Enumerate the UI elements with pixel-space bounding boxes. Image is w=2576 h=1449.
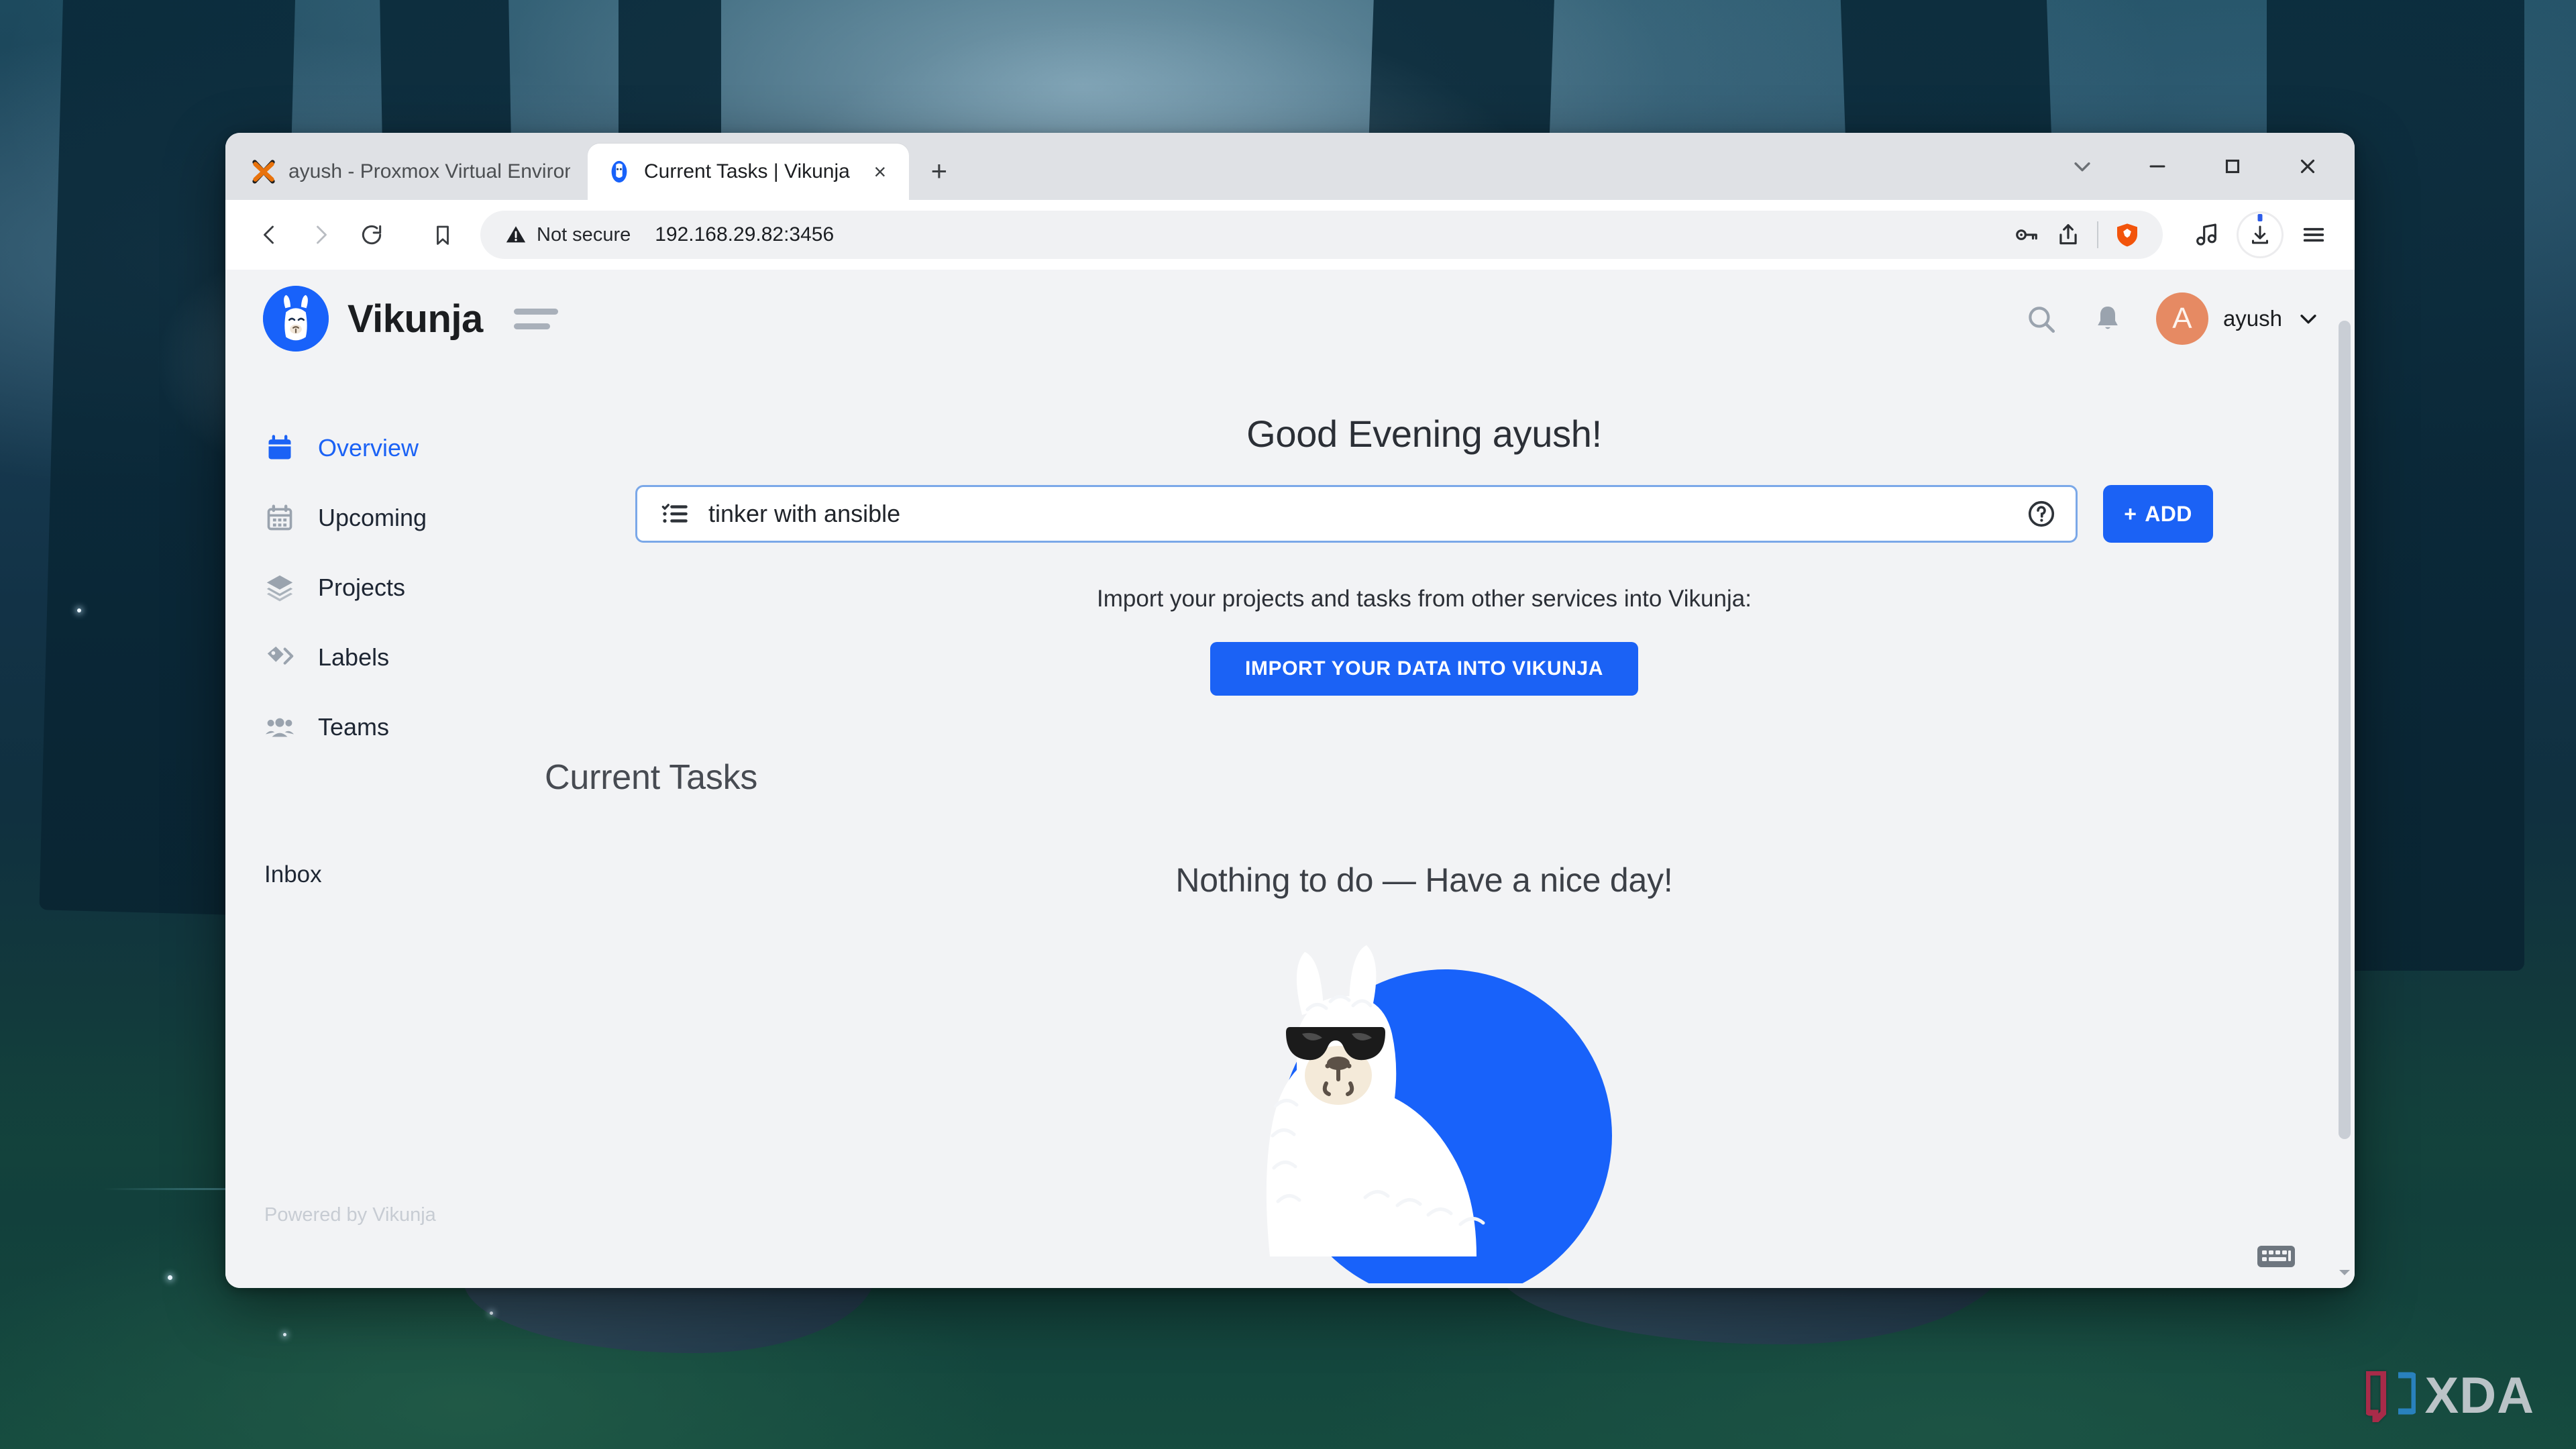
sidebar-item-label: Labels <box>318 643 389 672</box>
menu-icon[interactable] <box>2290 211 2337 258</box>
tab-title: Current Tasks | Vikunja <box>644 160 850 183</box>
sidebar-item-upcoming[interactable]: Upcoming <box>225 483 494 553</box>
sidebar-footer: Powered by Vikunja <box>225 1204 494 1288</box>
download-indicator-dot <box>2258 214 2263 221</box>
add-task-button-label: ADD <box>2145 502 2192 527</box>
proxmox-icon <box>251 159 276 184</box>
browser-tab-proxmox[interactable]: ayush - Proxmox Virtual Environmer <box>232 144 588 200</box>
llama-logo-icon <box>263 286 329 352</box>
add-task-button[interactable]: + ADD <box>2103 485 2213 543</box>
scrollbar-thumb[interactable] <box>2339 321 2351 1139</box>
search-icon[interactable] <box>2022 300 2059 337</box>
xda-bracket-right-icon <box>2396 1371 2413 1421</box>
scroll-down-arrow-icon[interactable] <box>2337 1267 2352 1281</box>
new-task-input[interactable]: tinker with ansible <box>635 485 2078 543</box>
empty-state-message: Nothing to do — Have a nice day! <box>1175 861 1672 900</box>
tab-title: ayush - Proxmox Virtual Environmer <box>288 160 570 183</box>
omnibox-divider <box>2097 221 2098 248</box>
back-button[interactable] <box>246 211 294 259</box>
keyboard-shortcuts-icon[interactable] <box>2254 1240 2298 1273</box>
help-circle-icon[interactable] <box>2026 498 2057 529</box>
new-tab-button[interactable]: + <box>920 152 959 191</box>
people-icon <box>264 712 295 743</box>
user-menu[interactable]: A ayush <box>2156 292 2320 345</box>
brave-shield-icon[interactable] <box>2106 214 2148 256</box>
page-viewport: Vikunja <box>225 270 2355 1288</box>
bookmark-icon[interactable] <box>419 211 467 259</box>
window-controls <box>2045 133 2345 200</box>
sidebar-item-teams[interactable]: Teams <box>225 692 494 762</box>
sidebar-item-label: Projects <box>318 574 405 602</box>
hamburger-icon[interactable] <box>514 309 558 329</box>
minimize-button[interactable] <box>2120 133 2195 200</box>
reload-button[interactable] <box>347 211 396 259</box>
task-list-icon <box>660 500 688 528</box>
import-description: Import your projects and tasks from othe… <box>1097 586 1752 612</box>
layers-icon <box>264 572 295 603</box>
close-icon[interactable]: × <box>869 160 892 184</box>
browser-toolbar: Not secure 192.168.29.82:3456 <box>225 200 2355 270</box>
share-icon[interactable] <box>2047 214 2089 256</box>
new-task-value[interactable]: tinker with ansible <box>708 500 2006 528</box>
sidebar-inbox-group: Inbox <box>225 848 494 902</box>
main-content: Good Evening ayush! tinker with ansible <box>494 270 2355 1288</box>
tab-strip: ayush - Proxmox Virtual Environmer Curre… <box>225 133 2355 200</box>
app-brand[interactable]: Vikunja <box>263 286 483 352</box>
bell-icon[interactable] <box>2089 300 2127 337</box>
xda-wordmark: XDA <box>2425 1366 2534 1425</box>
current-tasks-heading: Current Tasks <box>545 757 2123 798</box>
maximize-button[interactable] <box>2195 133 2270 200</box>
security-status-label: Not secure <box>537 224 631 246</box>
tag-icon <box>264 642 295 673</box>
sidebar-item-projects[interactable]: Projects <box>225 553 494 623</box>
warning-icon <box>504 223 527 246</box>
wallpaper-firefly <box>168 1275 172 1280</box>
avatar: A <box>2156 292 2208 345</box>
url-text: 192.168.29.82:3456 <box>655 223 2006 246</box>
calendar-filled-icon <box>264 433 295 464</box>
page-title: Good Evening ayush! <box>1246 412 1602 455</box>
xda-watermark: XDA <box>2366 1366 2534 1425</box>
app-topbar: Vikunja <box>225 270 2355 368</box>
close-button[interactable] <box>2270 133 2345 200</box>
sidebar-item-overview[interactable]: Overview <box>225 413 494 483</box>
sidebar-item-inbox[interactable]: Inbox <box>225 848 494 902</box>
security-status[interactable]: Not secure <box>504 223 631 246</box>
sidebar-item-labels[interactable]: Labels <box>225 623 494 692</box>
app-name: Vikunja <box>347 297 483 341</box>
page-scrollbar[interactable] <box>2334 270 2355 1288</box>
sidebar-nav: Overview Upcom <box>225 368 494 902</box>
sidebar-item-label: Overview <box>318 434 419 462</box>
download-icon[interactable] <box>2237 211 2284 258</box>
tab-search-button[interactable] <box>2045 133 2120 200</box>
sidebar-item-label: Teams <box>318 713 389 741</box>
plus-icon: + <box>2124 502 2137 527</box>
hamburger-line <box>514 309 558 315</box>
main-inner: Good Evening ayush! tinker with ansible <box>494 368 2355 1283</box>
password-key-icon[interactable] <box>2006 214 2047 256</box>
import-data-button[interactable]: IMPORT YOUR DATA INTO VIKUNJA <box>1210 642 1638 696</box>
llama-sunglasses-illustration <box>1189 934 1659 1283</box>
username-label: ayush <box>2223 306 2282 331</box>
chevron-down-icon <box>2297 307 2320 330</box>
app-sidebar: Overview Upcom <box>225 270 494 1288</box>
browser-tab-vikunja[interactable]: Current Tasks | Vikunja × <box>588 144 909 200</box>
add-task-row: tinker with ansible + ADD <box>635 485 2213 543</box>
vikunja-icon <box>606 159 632 184</box>
address-bar[interactable]: Not secure 192.168.29.82:3456 <box>480 211 2163 259</box>
wallpaper-firefly <box>490 1311 493 1315</box>
toolbar-right-actions <box>2183 211 2337 258</box>
topbar-actions: A ayush <box>2022 292 2320 345</box>
browser-window: ayush - Proxmox Virtual Environmer Curre… <box>225 133 2355 1288</box>
xda-bracket-left-icon <box>2366 1371 2383 1421</box>
sidebar-item-label: Upcoming <box>318 504 427 532</box>
forward-button[interactable] <box>297 211 345 259</box>
hamburger-line <box>514 323 550 329</box>
music-icon[interactable] <box>2183 211 2230 258</box>
calendar-grid-icon <box>264 502 295 533</box>
